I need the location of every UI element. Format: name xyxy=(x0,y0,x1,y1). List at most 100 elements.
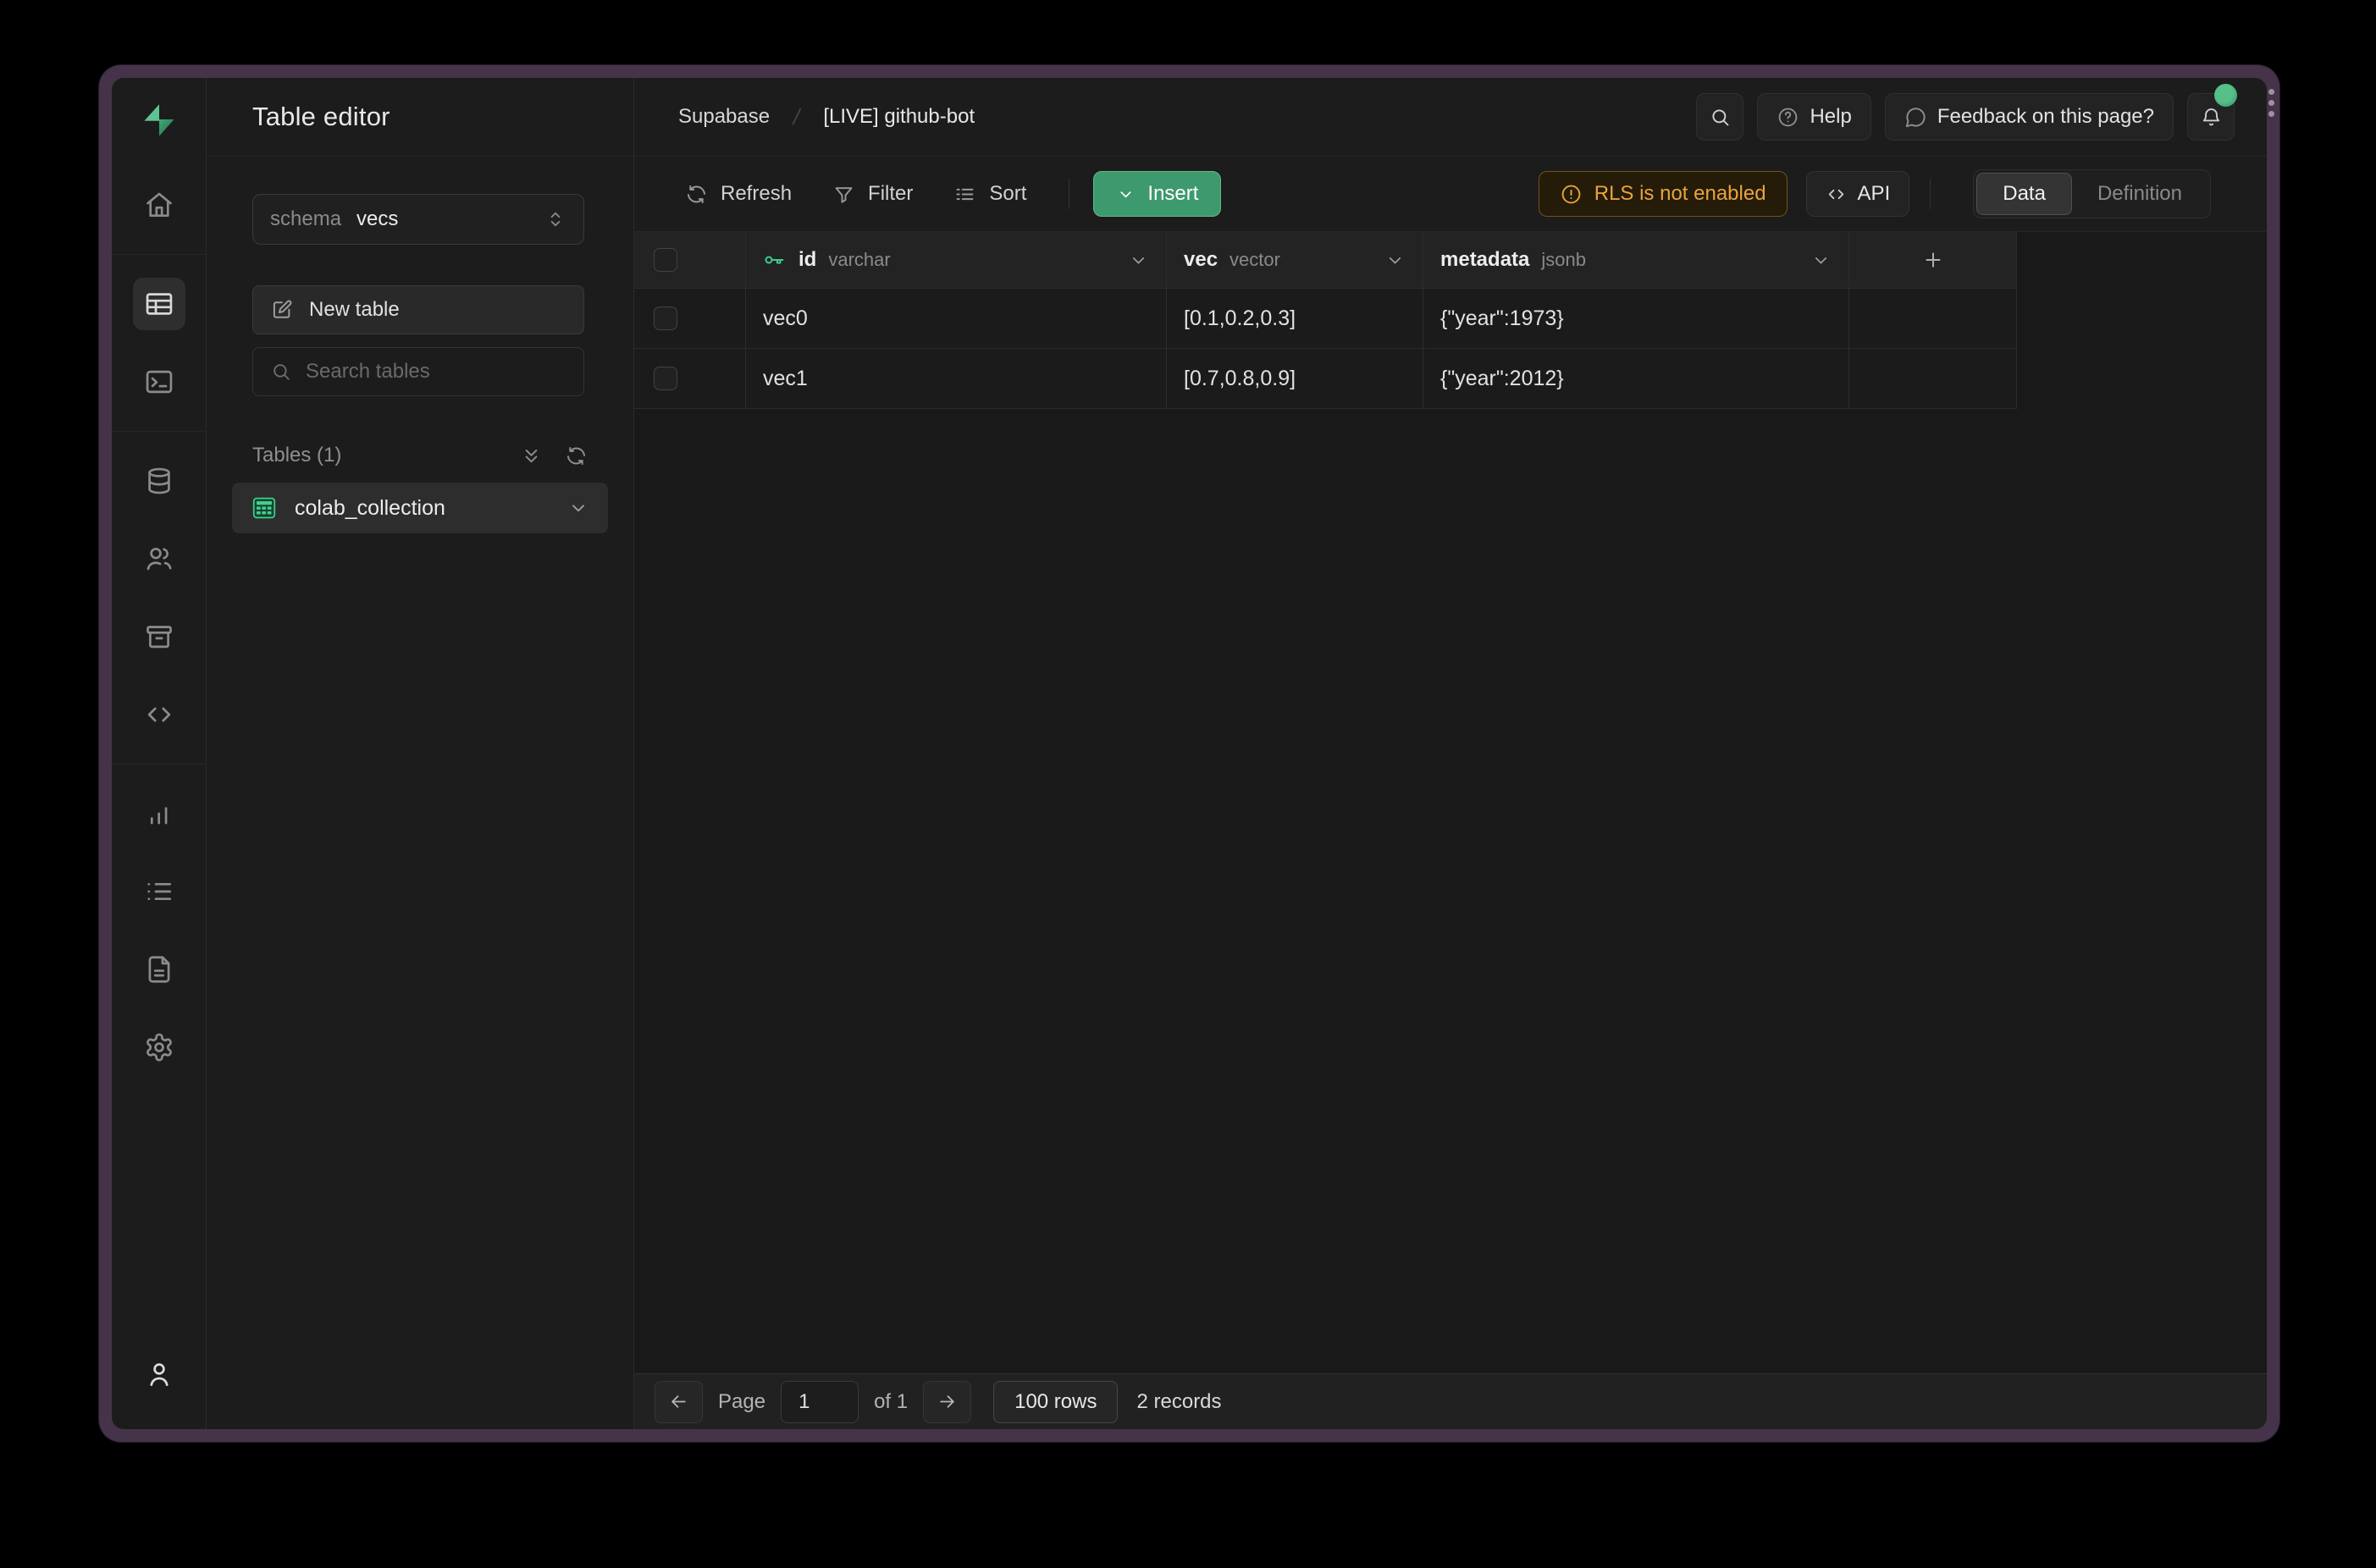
filter-label: Filter xyxy=(868,182,913,206)
filter-button[interactable]: Filter xyxy=(832,182,913,206)
help-label: Help xyxy=(1810,105,1851,129)
column-menu-chevron-icon[interactable] xyxy=(1128,250,1149,271)
column-header-id[interactable]: id varchar xyxy=(746,232,1167,289)
schema-select-value: vecs xyxy=(356,207,398,231)
toolbar-divider xyxy=(1930,179,1931,209)
sidebar-item-storage[interactable] xyxy=(133,610,185,663)
window-handle-dots xyxy=(2267,89,2275,117)
grid-toolbar: Refresh Filter Sort Insert xyxy=(634,157,2267,232)
sidebar-item-logs[interactable] xyxy=(133,865,185,918)
page-label: Page xyxy=(718,1390,765,1414)
sidebar-item-settings[interactable] xyxy=(133,1021,185,1074)
sidebar-item-home[interactable] xyxy=(133,179,185,231)
column-menu-chevron-icon[interactable] xyxy=(1810,250,1832,271)
rows-per-page-button[interactable]: 100 rows xyxy=(993,1381,1118,1423)
expand-all-icon[interactable] xyxy=(520,444,543,467)
view-mode-tabs: Data Definition xyxy=(1973,169,2211,218)
new-table-button[interactable]: New table xyxy=(252,285,584,334)
select-all-cell[interactable] xyxy=(634,232,746,289)
page-title: Table editor xyxy=(252,102,390,132)
arrow-left-icon xyxy=(668,1391,689,1412)
help-button[interactable]: Help xyxy=(1757,93,1870,141)
column-header-metadata[interactable]: metadata jsonb xyxy=(1423,232,1849,289)
code-icon xyxy=(143,698,175,731)
row-checkbox[interactable] xyxy=(654,367,677,390)
tab-data[interactable]: Data xyxy=(1976,173,2072,215)
notification-dot xyxy=(2214,84,2237,107)
filter-funnel-icon xyxy=(832,183,855,206)
breadcrumb-org[interactable]: Supabase xyxy=(678,105,770,129)
refresh-button[interactable]: Refresh xyxy=(685,182,792,206)
bell-icon xyxy=(2200,106,2223,129)
supabase-logo-icon xyxy=(139,100,180,141)
sidebar-item-authentication[interactable] xyxy=(133,533,185,585)
breadcrumb-project[interactable]: [LIVE] github-bot xyxy=(823,105,975,129)
sidebar-item-table-editor[interactable] xyxy=(133,278,185,330)
message-bubble-icon xyxy=(1904,106,1927,129)
insert-label: Insert xyxy=(1147,182,1198,206)
app-window: Table editor schema vecs New table Searc xyxy=(99,65,2279,1442)
account-button[interactable] xyxy=(133,1348,185,1400)
cell-empty xyxy=(1849,289,2017,349)
column-type: vector xyxy=(1229,249,1280,271)
column-name: id xyxy=(798,248,816,272)
row-checkbox[interactable] xyxy=(654,306,677,330)
primary-key-icon xyxy=(763,248,787,272)
cell-vec[interactable]: [0.1,0.2,0.3] xyxy=(1167,289,1423,349)
user-icon xyxy=(143,1358,175,1390)
column-type: jsonb xyxy=(1541,249,1586,271)
column-menu-chevron-icon[interactable] xyxy=(1384,250,1406,271)
notifications-button[interactable] xyxy=(2187,93,2235,141)
api-button[interactable]: API xyxy=(1806,171,1910,217)
sort-button[interactable]: Sort xyxy=(953,182,1026,206)
sort-label: Sort xyxy=(989,182,1026,206)
schema-select-label: schema xyxy=(270,207,341,231)
cell-id[interactable]: vec1 xyxy=(746,349,1167,409)
add-column-button[interactable] xyxy=(1849,232,2017,289)
table-editor-icon xyxy=(143,288,175,320)
row-select-cell[interactable] xyxy=(634,289,746,349)
chevrons-up-down-icon xyxy=(544,208,566,230)
column-header-vec[interactable]: vec vector xyxy=(1167,232,1423,289)
row-select-cell[interactable] xyxy=(634,349,746,409)
breadcrumb-separator: / xyxy=(791,104,803,130)
prev-page-button[interactable] xyxy=(655,1381,703,1423)
sidebar-item-edge-functions[interactable] xyxy=(133,688,185,741)
next-page-button[interactable] xyxy=(923,1381,971,1423)
refresh-icon xyxy=(685,183,708,206)
cell-metadata[interactable]: {"year":1973} xyxy=(1423,289,1849,349)
arrow-right-icon xyxy=(937,1391,958,1412)
chevron-down-icon xyxy=(1116,185,1136,204)
search-icon xyxy=(1709,106,1732,129)
sidebar-item-docs[interactable] xyxy=(133,943,185,996)
select-all-checkbox[interactable] xyxy=(654,248,677,272)
page-total-label: of 1 xyxy=(874,1390,908,1414)
feedback-label: Feedback on this page? xyxy=(1937,105,2154,129)
refresh-label: Refresh xyxy=(721,182,792,206)
new-table-label: New table xyxy=(309,298,400,322)
sidebar-item-reports[interactable] xyxy=(133,787,185,840)
feedback-button[interactable]: Feedback on this page? xyxy=(1885,93,2174,141)
tab-definition[interactable]: Definition xyxy=(2072,173,2207,215)
search-tables-input[interactable]: Search tables xyxy=(252,347,584,396)
table-editor-sidebar: Table editor schema vecs New table Searc xyxy=(207,78,634,1429)
cell-metadata[interactable]: {"year":2012} xyxy=(1423,349,1849,409)
page-number-input[interactable]: 1 xyxy=(781,1381,859,1423)
column-name: metadata xyxy=(1440,248,1529,272)
schema-select[interactable]: schema vecs xyxy=(252,194,584,245)
pagination-footer: Page 1 of 1 100 rows 2 records xyxy=(634,1373,2267,1429)
search-button[interactable] xyxy=(1696,93,1743,141)
chevron-down-icon[interactable] xyxy=(567,497,589,519)
main-header: Supabase / [LIVE] github-bot Help xyxy=(634,78,2267,157)
refresh-icon[interactable] xyxy=(565,444,588,467)
cell-id[interactable]: vec0 xyxy=(746,289,1167,349)
table-list-item-colab-collection[interactable]: colab_collection xyxy=(232,483,608,533)
insert-button[interactable]: Insert xyxy=(1093,171,1221,217)
sidebar-item-database[interactable] xyxy=(133,455,185,507)
rls-warning-badge[interactable]: RLS is not enabled xyxy=(1539,171,1788,217)
cell-vec[interactable]: [0.7,0.8,0.9] xyxy=(1167,349,1423,409)
database-icon xyxy=(143,465,175,497)
sidebar-item-sql-editor[interactable] xyxy=(133,356,185,408)
settings-gear-icon xyxy=(143,1031,175,1063)
bar-chart-icon xyxy=(143,798,175,830)
